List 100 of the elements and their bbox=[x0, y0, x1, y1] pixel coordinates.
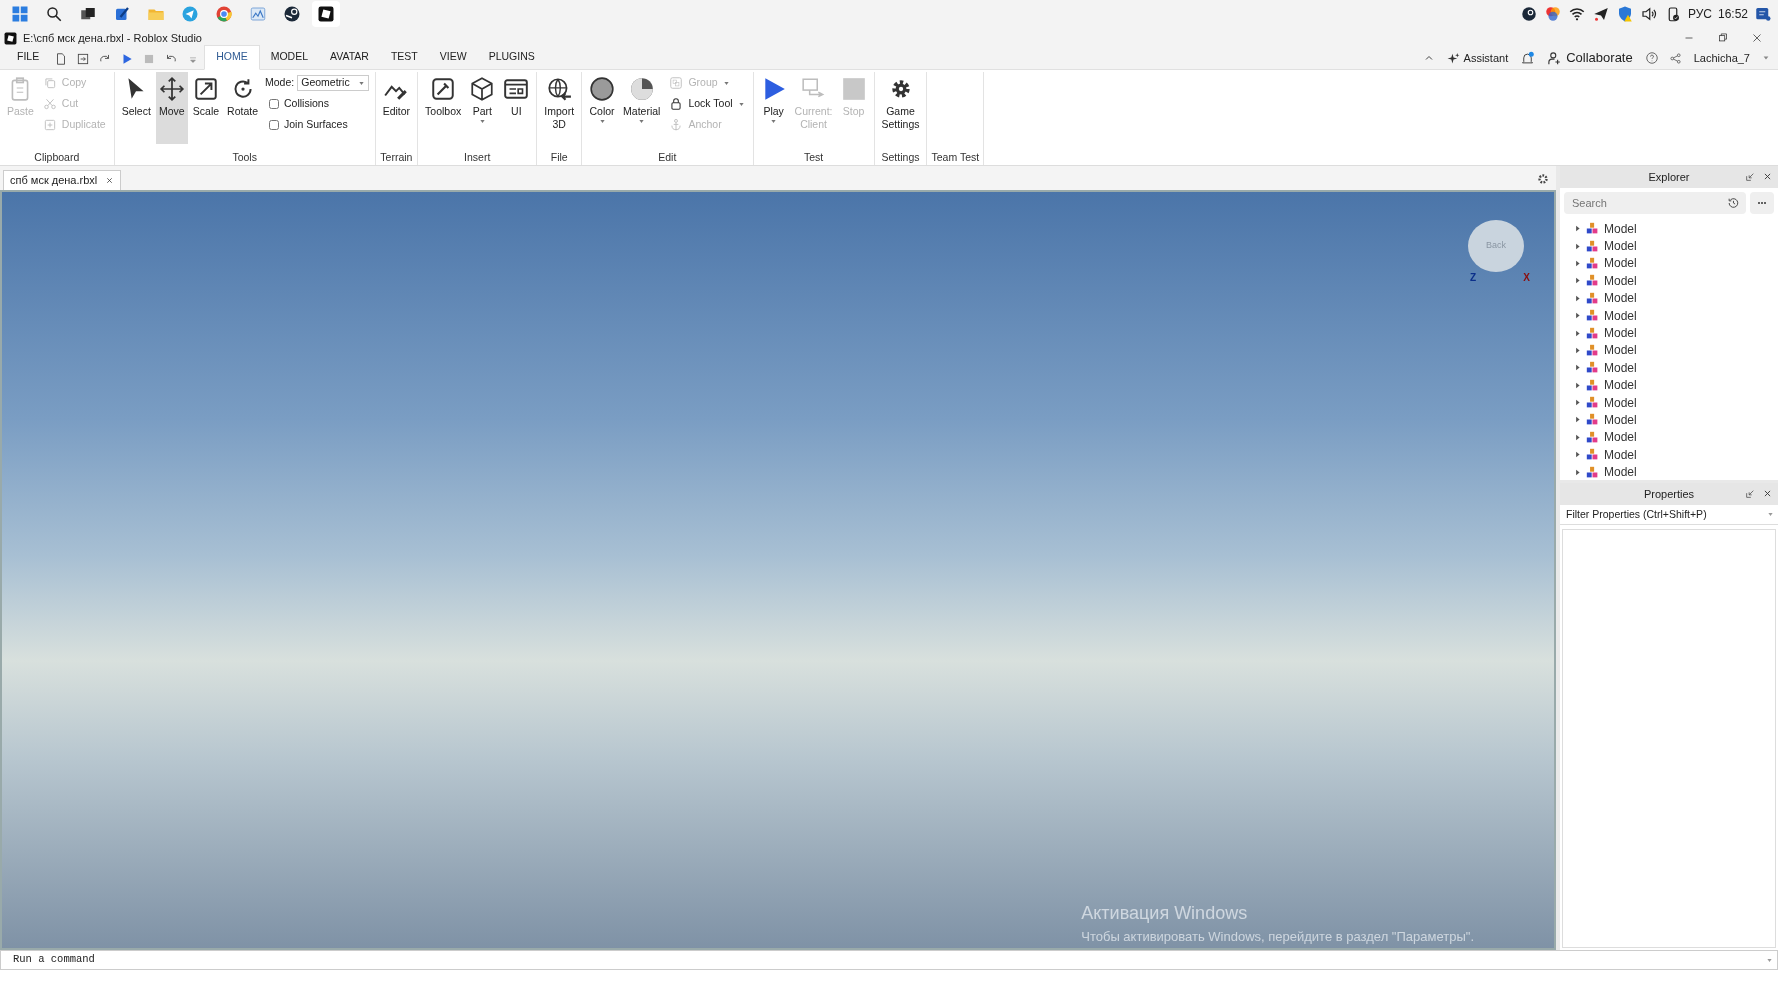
tree-item[interactable]: Model bbox=[1574, 359, 1778, 377]
ribbon-button[interactable]: Material bbox=[620, 72, 664, 144]
checkbox[interactable] bbox=[269, 120, 280, 130]
tree-item[interactable]: Model bbox=[1574, 272, 1778, 290]
collapsed-arrow-icon[interactable] bbox=[1574, 399, 1581, 407]
mode-dropdown[interactable]: Geometric bbox=[297, 75, 369, 91]
person-plus-icon bbox=[1547, 50, 1563, 66]
studio-square-icon[interactable] bbox=[317, 5, 335, 23]
close-icon[interactable] bbox=[1763, 172, 1772, 181]
search-input[interactable]: Search bbox=[1570, 193, 1728, 213]
tree-item[interactable]: Model bbox=[1574, 324, 1778, 342]
ribbon-tab[interactable]: HOME bbox=[204, 45, 260, 70]
ribbon-button[interactable]: Game Settings bbox=[878, 72, 923, 144]
ribbon-button[interactable]: Play bbox=[757, 72, 790, 144]
tree-item[interactable]: Model bbox=[1574, 220, 1778, 238]
group-icon bbox=[669, 76, 684, 90]
share-icon[interactable] bbox=[1668, 51, 1682, 65]
collapsed-arrow-icon[interactable] bbox=[1574, 277, 1581, 285]
tree-item[interactable]: Model bbox=[1574, 306, 1778, 325]
duplicate-icon bbox=[42, 118, 57, 132]
user-menu[interactable]: Lachicha_7 bbox=[1691, 49, 1772, 67]
collapsed-arrow-icon[interactable] bbox=[1574, 329, 1581, 337]
tree-item[interactable]: Model bbox=[1574, 428, 1778, 447]
ribbon-button[interactable]: Part bbox=[466, 72, 499, 144]
document-tab[interactable]: спб мск дена.rbxl bbox=[3, 170, 122, 190]
collapsed-arrow-icon[interactable] bbox=[1574, 312, 1581, 320]
search-field[interactable]: Search bbox=[1564, 192, 1746, 214]
collapsed-arrow-icon[interactable] bbox=[1574, 259, 1581, 267]
undock-icon[interactable] bbox=[1745, 172, 1755, 182]
undock-icon[interactable] bbox=[1745, 489, 1755, 499]
start-grid-icon[interactable] bbox=[11, 5, 29, 23]
collapsed-arrow-icon[interactable] bbox=[1574, 294, 1581, 302]
ribbon-group-label: Edit bbox=[657, 150, 678, 165]
tree-item[interactable]: Model bbox=[1574, 446, 1778, 464]
cube-icon bbox=[469, 76, 496, 102]
tree-item[interactable]: Model bbox=[1574, 254, 1778, 273]
ribbon-button[interactable]: Toolbox bbox=[422, 72, 465, 144]
ribbon-button[interactable]: Lock Tool bbox=[667, 95, 747, 113]
collapsed-arrow-icon[interactable] bbox=[1574, 451, 1581, 459]
lock-icon bbox=[669, 97, 684, 111]
ribbon-tab[interactable]: PLUGINS bbox=[477, 46, 546, 69]
ribbon-button[interactable]: Import 3D bbox=[541, 72, 578, 144]
clock-time[interactable]: 16:52 bbox=[1717, 5, 1748, 23]
model-blocks-icon bbox=[1586, 378, 1599, 392]
search-icon[interactable] bbox=[45, 5, 63, 23]
collaborate-button[interactable]: Collaborate bbox=[1545, 48, 1635, 68]
ribbon-button[interactable]: Color bbox=[586, 72, 619, 144]
file-menu[interactable]: FILE bbox=[6, 46, 51, 69]
speaker-icon[interactable] bbox=[1639, 5, 1658, 23]
tree-item[interactable]: Model bbox=[1574, 411, 1778, 429]
window-title: E:\спб мск дена.rbxl - Roblox Studio bbox=[23, 30, 202, 46]
tree-item[interactable]: Model bbox=[1574, 237, 1778, 255]
close-icon[interactable] bbox=[1763, 489, 1772, 498]
collapsed-arrow-icon[interactable] bbox=[1574, 433, 1581, 441]
ribbon-group-label: Clipboard bbox=[33, 150, 81, 165]
collapsed-arrow-icon[interactable] bbox=[1574, 364, 1581, 372]
copy-icon bbox=[42, 76, 57, 90]
close-icon[interactable] bbox=[105, 176, 115, 185]
ribbon-tab[interactable]: VIEW bbox=[428, 46, 478, 69]
ribbon-button[interactable]: UI bbox=[500, 72, 533, 144]
ribbon-button[interactable]: Select bbox=[118, 72, 154, 144]
collapsed-arrow-icon[interactable] bbox=[1574, 242, 1581, 250]
window-icon bbox=[503, 76, 530, 102]
ribbon-button[interactable]: Scale bbox=[189, 72, 223, 144]
colored-circle-icon[interactable] bbox=[1543, 5, 1562, 23]
collapsed-arrow-icon[interactable] bbox=[1574, 468, 1581, 476]
collapsed-arrow-icon[interactable] bbox=[1574, 225, 1581, 233]
anchor-icon bbox=[669, 118, 684, 132]
half-circle-icon bbox=[628, 76, 655, 102]
ribbon-button[interactable]: Rotate bbox=[224, 72, 262, 144]
ribbon-button[interactable]: Move bbox=[155, 72, 188, 144]
assistant-button[interactable]: Assistant bbox=[1444, 49, 1511, 67]
pen-square-icon[interactable] bbox=[113, 5, 131, 23]
tree-item[interactable]: Model bbox=[1574, 289, 1778, 307]
settings-icon[interactable] bbox=[1536, 172, 1550, 186]
circle-icon bbox=[589, 76, 616, 102]
scissors-icon bbox=[42, 97, 57, 111]
caret-icon bbox=[737, 100, 745, 108]
language-indicator[interactable]: РУС bbox=[1687, 5, 1712, 23]
checkbox[interactable] bbox=[269, 99, 280, 109]
bell-icon[interactable] bbox=[1520, 50, 1536, 66]
caret-icon bbox=[1762, 54, 1770, 62]
chart-image-icon[interactable] bbox=[249, 5, 267, 23]
help-icon[interactable] bbox=[1644, 51, 1659, 65]
tree-item[interactable]: Model bbox=[1574, 393, 1778, 412]
notification-icon[interactable] bbox=[1754, 5, 1772, 23]
ribbon-tab[interactable]: TEST bbox=[379, 46, 429, 69]
wifi-icon[interactable] bbox=[1567, 5, 1586, 23]
tree-item[interactable]: Model bbox=[1574, 463, 1778, 480]
ribbon-button[interactable]: Editor bbox=[379, 72, 414, 144]
collapsed-arrow-icon[interactable] bbox=[1574, 346, 1581, 354]
more-button[interactable] bbox=[1750, 192, 1774, 214]
browser-circle-icon[interactable] bbox=[215, 5, 233, 23]
history-icon[interactable] bbox=[1727, 196, 1740, 210]
collapsed-arrow-icon[interactable] bbox=[1574, 381, 1581, 389]
tree-item[interactable]: Model bbox=[1574, 341, 1778, 360]
collapsed-arrow-icon[interactable] bbox=[1574, 416, 1581, 424]
ribbon-tab[interactable]: MODEL bbox=[259, 46, 320, 69]
tree-item[interactable]: Model bbox=[1574, 376, 1778, 394]
ribbon-tab[interactable]: AVATAR bbox=[319, 46, 380, 69]
